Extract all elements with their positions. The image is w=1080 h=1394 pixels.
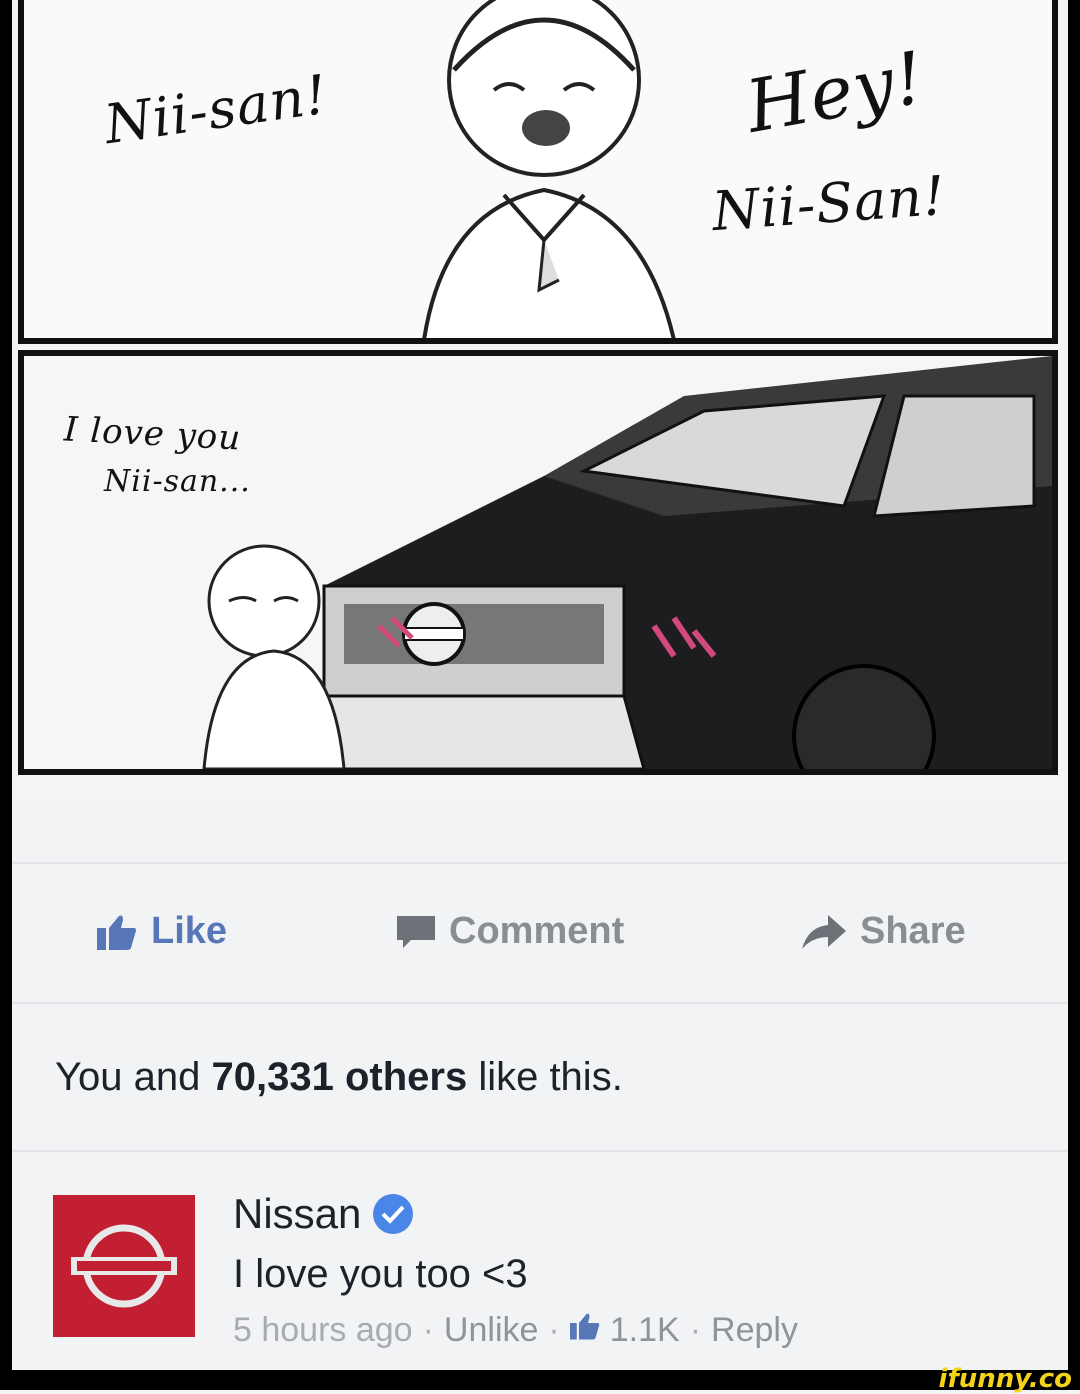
comic-panel-2: I love you Nii-san...	[18, 350, 1058, 775]
likes-summary[interactable]: You and 70,331 others like this.	[55, 1055, 623, 1100]
nissan-logo-icon	[71, 1224, 177, 1308]
comment-timestamp[interactable]: 5 hours ago	[233, 1311, 413, 1350]
separator: ·	[689, 1311, 702, 1349]
comment-like-count[interactable]: 1.1K	[610, 1311, 680, 1350]
comment-meta: 5 hours ago · Unlike · 1.1K · Reply	[233, 1311, 798, 1350]
unlike-link[interactable]: Unlike	[444, 1311, 538, 1350]
action-bar: Like Comment Share	[12, 862, 1068, 1002]
comment-text: I love you too <3	[233, 1252, 528, 1296]
thumbs-up-icon	[569, 1311, 600, 1350]
share-arrow-icon	[802, 914, 846, 949]
avatar[interactable]	[53, 1195, 195, 1337]
verified-badge-icon	[373, 1194, 414, 1234]
separator: ·	[548, 1311, 560, 1349]
speech-text-5: Nii-san...	[104, 464, 251, 499]
right-border	[1068, 0, 1080, 1370]
likes-count[interactable]: 70,331 others	[211, 1055, 467, 1099]
post-image[interactable]: Nii-san! Hey! Nii-San! I love you Nii-sa…	[12, 0, 1068, 800]
share-label: Share	[860, 910, 966, 952]
divider	[12, 1002, 1068, 1004]
share-button[interactable]: Share	[802, 910, 966, 953]
thumbs-up-icon	[97, 914, 137, 950]
separator: ·	[422, 1311, 434, 1349]
left-border	[0, 0, 12, 1370]
divider	[12, 1150, 1068, 1152]
comment-button[interactable]: Comment	[397, 910, 624, 953]
like-label: Like	[151, 910, 228, 952]
like-button[interactable]: Like	[97, 910, 227, 953]
likes-suffix: like this.	[478, 1055, 623, 1099]
bottom-bar	[0, 1370, 1080, 1390]
author-name[interactable]: Nissan	[233, 1190, 361, 1238]
likes-prefix: You and	[55, 1055, 201, 1099]
reply-link[interactable]: Reply	[711, 1311, 798, 1350]
comment: Nissan I love you too <3 5 hours ago · U…	[233, 1190, 798, 1350]
comment-label: Comment	[449, 910, 625, 952]
speech-bubble-icon	[397, 914, 435, 950]
comment-author[interactable]: Nissan	[233, 1190, 798, 1238]
comic-panel-1: Nii-san! Hey! Nii-San!	[18, 0, 1058, 344]
